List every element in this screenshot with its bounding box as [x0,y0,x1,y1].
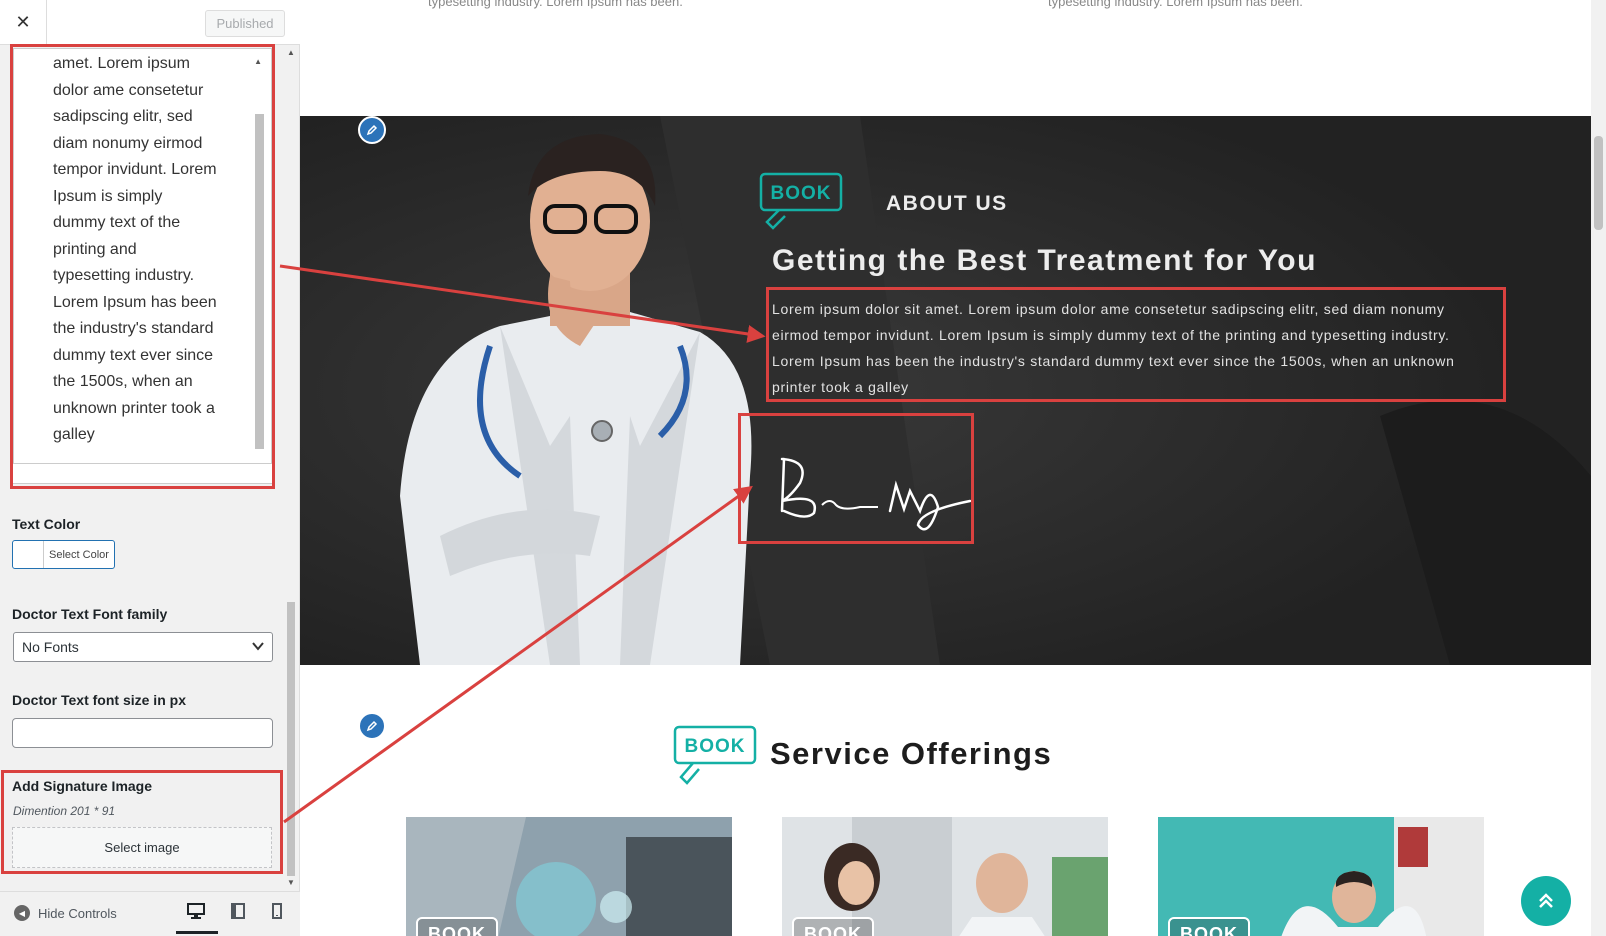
service-card-badge: BOOK [1168,917,1250,936]
select-color-label: Select Color [49,548,109,561]
service-card-badge: BOOK [792,917,874,936]
preview-scrollbar[interactable] [1591,0,1606,936]
collapse-icon: ◀ [14,905,30,921]
font-size-label: Doctor Text font size in px [12,692,186,708]
hide-controls-label: Hide Controls [38,905,117,921]
font-family-value: No Fonts [22,639,79,655]
published-button[interactable]: Published [205,10,285,37]
annotation-box-about-text [766,287,1506,402]
tablet-icon [231,903,245,919]
font-family-label: Doctor Text Font family [12,606,168,622]
font-family-select[interactable]: No Fonts [13,632,273,662]
mobile-icon [272,903,282,919]
color-swatch [13,541,44,568]
site-preview: typesetting industry. Lorem Ipsum has be… [300,0,1606,936]
sidebar-footer: ◀ Hide Controls [0,891,300,936]
font-size-input[interactable] [12,718,273,748]
customizer-sidebar: ✕ Published amet. Lorem ipsum dolor ame … [0,0,300,936]
previous-section-text-right: typesetting industry. Lorem Ipsum has be… [1048,0,1303,9]
about-subtitle: ABOUT US [886,192,1008,215]
book-logo-icon: BOOK [673,725,757,785]
services-title: Service Offerings [770,736,1053,771]
sidebar-scrollbar[interactable]: ▲ ▼ [286,48,296,888]
close-button[interactable]: ✕ [0,0,47,45]
about-title: Getting the Best Treatment for You [772,244,1317,277]
scroll-to-top-button[interactable] [1521,876,1571,926]
previous-section-text-left: typesetting industry. Lorem Ipsum has be… [428,0,683,9]
mobile-preview-button[interactable] [266,900,288,922]
scroll-up-icon[interactable]: ▲ [287,48,295,57]
service-card[interactable]: BOOK [406,817,732,936]
annotation-box-signature [738,413,974,544]
annotation-box-textarea [10,44,275,489]
tablet-preview-button[interactable] [227,900,249,922]
edit-services-section-button[interactable] [358,712,386,740]
annotation-box-signature-control [1,770,283,874]
pencil-icon [366,720,378,732]
preview-scroll-thumb[interactable] [1594,136,1603,230]
scroll-down-icon[interactable]: ▼ [287,878,295,887]
sidebar-scroll-thumb[interactable] [287,602,295,876]
services-logo-text: BOOK [685,736,746,757]
service-card-badge: BOOK [416,917,498,936]
desktop-preview-button[interactable] [176,900,218,934]
service-card[interactable]: BOOK [782,817,1108,936]
select-color-button[interactable]: Select Color [12,540,115,569]
about-logo-text: BOOK [771,183,832,204]
hide-controls-button[interactable]: ◀ Hide Controls [14,905,117,921]
book-logo-icon: BOOK [759,172,843,230]
sidebar-header: ✕ Published [0,0,300,45]
service-card[interactable]: BOOK [1158,817,1484,936]
close-icon: ✕ [15,12,31,32]
double-chevron-up-icon [1539,893,1553,908]
edit-about-section-button[interactable] [358,116,386,144]
about-section: BOOK ABOUT US Getting the Best Treatment… [300,116,1591,665]
desktop-icon [187,903,205,919]
pencil-icon [366,124,378,136]
text-color-label: Text Color [12,516,81,532]
chevron-down-icon [252,638,264,657]
